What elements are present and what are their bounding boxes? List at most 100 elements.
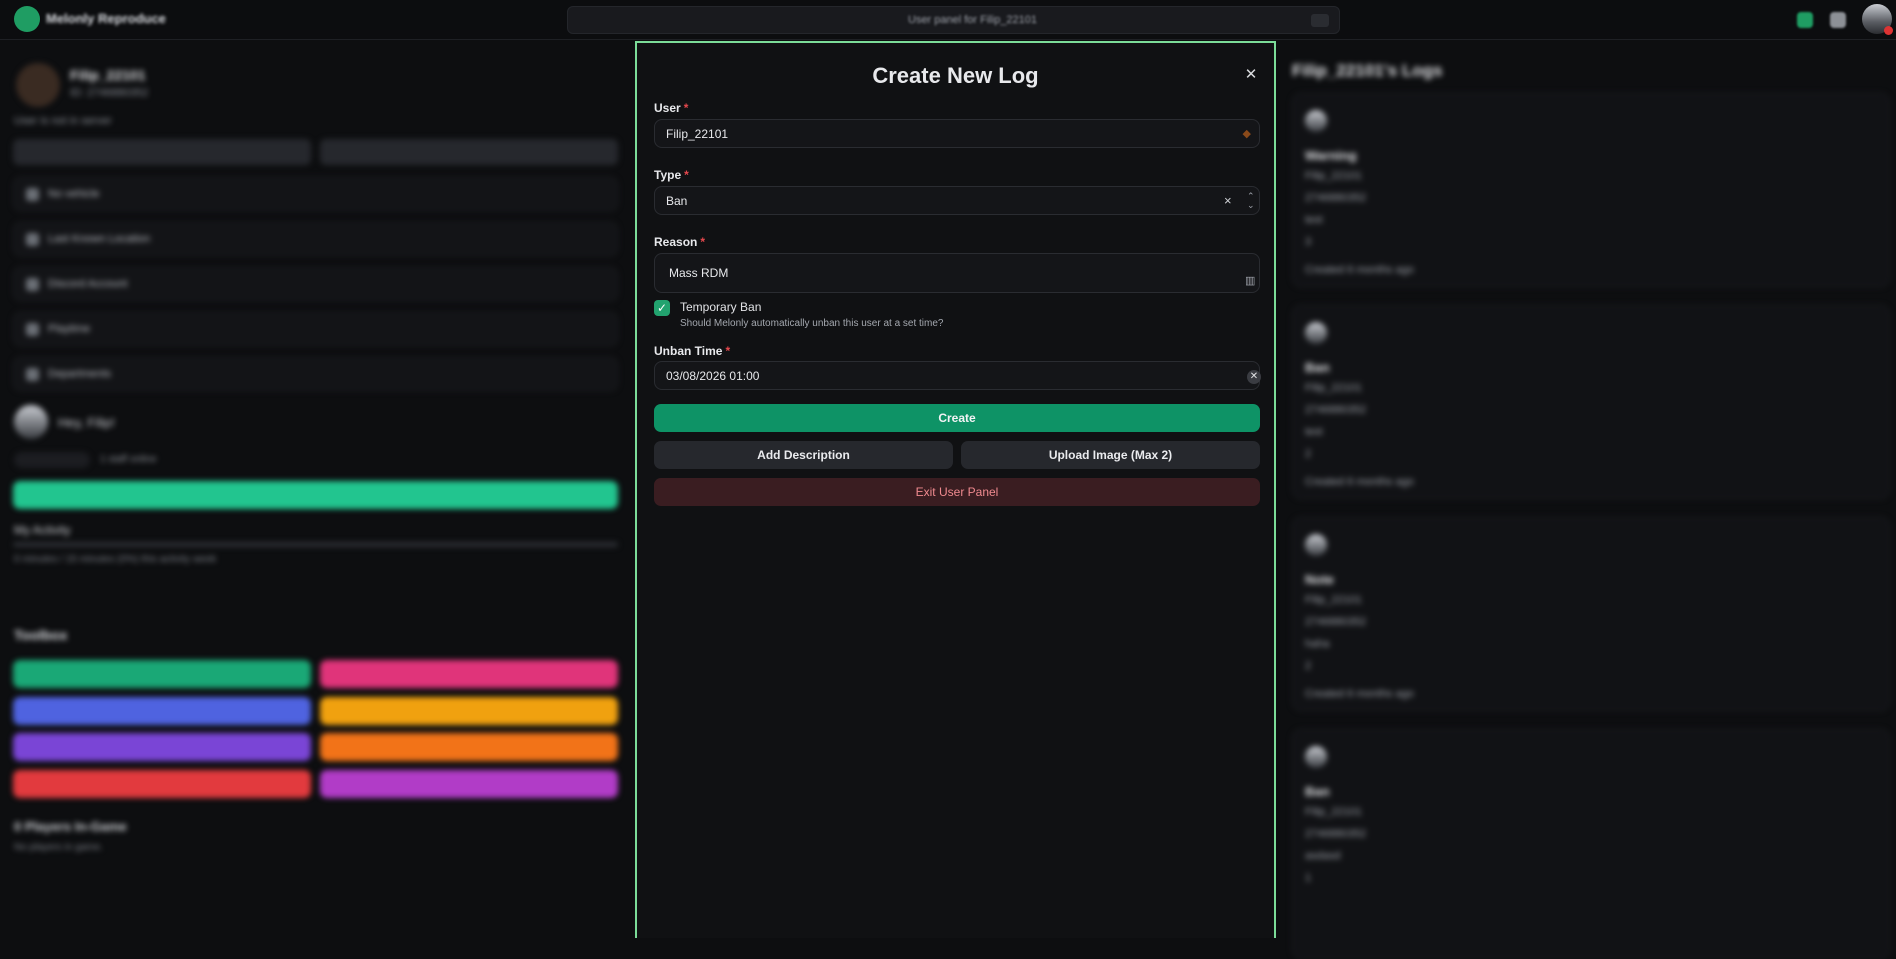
- close-icon[interactable]: ✕: [1243, 67, 1259, 83]
- info-row-departments[interactable]: Departments: [13, 357, 618, 391]
- staff-online: 1 staff online: [100, 454, 157, 465]
- activity-subtext: 0 minutes / 15 minutes (0%) this activit…: [14, 554, 217, 565]
- staff-guidelines-button[interactable]: [13, 733, 311, 761]
- reason-label-text: Reason: [654, 235, 698, 249]
- log-created: Created 6 months ago: [1305, 688, 1414, 700]
- info-row-discord[interactable]: Discord Account: [13, 267, 618, 301]
- log-card[interactable]: Ban Filip_22101 2746880352 asdasd 1: [1292, 729, 1890, 959]
- app-name[interactable]: Melonly Reproduce: [46, 11, 166, 26]
- create-button[interactable]: Create: [654, 404, 1260, 432]
- users-icon: [26, 368, 39, 381]
- cloud-icon[interactable]: [1797, 12, 1813, 28]
- log-card[interactable]: Warning Filip_22101 2746880352 test 3 Cr…: [1292, 93, 1890, 287]
- request-staff-button[interactable]: [320, 697, 618, 725]
- chevron-updown-icon[interactable]: ⌃ ⌄: [1247, 192, 1255, 210]
- server-badge: [14, 452, 90, 468]
- unban-time-value: 03/08/2026 01:00: [666, 369, 760, 383]
- greeting: Hey, Filip!: [58, 415, 115, 430]
- user-avatar-icon: ◆: [1242, 128, 1251, 140]
- user-field[interactable]: Filip_22101 ◆: [654, 119, 1260, 148]
- bolters-button[interactable]: [13, 697, 311, 725]
- moderator-avatar: [1305, 110, 1327, 132]
- bell-icon[interactable]: [1830, 12, 1846, 28]
- create-log-modal: Create New Log ✕ User * Filip_22101 ◆ Typ…: [635, 41, 1276, 938]
- required-asterisk: *: [684, 168, 689, 182]
- start-shift-button[interactable]: [13, 481, 618, 509]
- log-card[interactable]: Note Filip_22101 2746880352 haha 2 Creat…: [1292, 517, 1890, 711]
- log-card[interactable]: Ban Filip_22101 2746880352 test 2 Create…: [1292, 305, 1890, 499]
- profile-avatar: [16, 63, 60, 107]
- reason-input[interactable]: Mass RDM ▥: [654, 253, 1260, 293]
- log-type: Ban: [1305, 784, 1330, 799]
- log-type: Warning: [1305, 148, 1357, 163]
- log-player-id: 2746880352: [1305, 404, 1367, 416]
- log-player-id: 2746880352: [1305, 828, 1367, 840]
- type-label-text: Type: [654, 168, 682, 182]
- user-avatar[interactable]: [1862, 4, 1893, 35]
- log-created: Created 6 months ago: [1305, 476, 1414, 488]
- temporary-ban-checkbox[interactable]: ✓: [654, 300, 670, 316]
- activity-progress: [13, 542, 618, 547]
- temporary-ban-description: Should Melonly automatically unban this …: [680, 318, 944, 329]
- moderator-avatar: [1305, 746, 1327, 768]
- log-reason: haha: [1305, 638, 1330, 650]
- add-description-button[interactable]: Add Description: [654, 441, 953, 469]
- toolbox-title: Toolbox: [14, 627, 68, 643]
- clock-icon: [26, 323, 39, 336]
- log-player-id: 2746880352: [1305, 192, 1367, 204]
- clear-date-icon[interactable]: ✕: [1247, 370, 1261, 384]
- log-type: Note: [1305, 572, 1334, 587]
- info-row-label: Last Known Location: [48, 233, 151, 245]
- run-command-button[interactable]: [320, 660, 618, 688]
- app-logo[interactable]: [14, 6, 40, 32]
- info-row-label: Departments: [48, 368, 111, 380]
- log-user: Filip_22101: [1305, 382, 1362, 394]
- staff-avatar: [14, 405, 48, 439]
- log-user: Filip_22101: [1305, 170, 1362, 182]
- type-select-value: Ban: [666, 194, 688, 208]
- search-bar[interactable]: User panel for Filip_22101: [567, 6, 1340, 34]
- profile-action-button[interactable]: [320, 139, 618, 165]
- log-punishments: 2: [1305, 660, 1312, 672]
- log-user: Filip_22101: [1305, 806, 1362, 818]
- unban-time-label-text: Unban Time: [654, 344, 723, 358]
- priority-requests-button[interactable]: [13, 770, 311, 798]
- manage-loa-button[interactable]: [13, 660, 311, 688]
- moderator-avatar: [1305, 322, 1327, 344]
- required-asterisk: *: [683, 101, 689, 115]
- logs-panel: Filip_22101's Logs Warning Filip_22101 2…: [1285, 41, 1896, 959]
- info-row-location[interactable]: Last Known Location: [13, 222, 618, 256]
- logs-title: Filip_22101's Logs: [1292, 61, 1443, 80]
- resources-button[interactable]: [320, 770, 618, 798]
- clear-icon[interactable]: ×: [1224, 193, 1232, 208]
- reason-label: Reason *: [654, 235, 705, 249]
- log-reason: test: [1305, 214, 1323, 226]
- shortcut-key-icon: [1311, 14, 1329, 27]
- info-row-label: Discord Account: [48, 278, 128, 290]
- log-created: Created 6 months ago: [1305, 264, 1414, 276]
- car-icon: [26, 188, 39, 201]
- info-row-vehicle[interactable]: No vehicle: [13, 177, 618, 211]
- upload-image-button[interactable]: Upload Image (Max 2): [961, 441, 1260, 469]
- type-select[interactable]: Ban × ⌃ ⌄: [654, 186, 1260, 215]
- user-label: User *: [654, 101, 688, 115]
- exit-user-panel-button[interactable]: Exit User Panel: [654, 478, 1260, 506]
- location-icon: [26, 233, 39, 246]
- players-title: 0 Players In-Game: [14, 819, 127, 834]
- activity-title: My Activity: [14, 523, 71, 537]
- profile-username: Filip_22101: [70, 67, 146, 83]
- log-punishments: 3: [1305, 236, 1312, 248]
- search-placeholder: User panel for Filip_22101: [908, 14, 1038, 26]
- unban-time-input[interactable]: 03/08/2026 01:00 ✕: [654, 361, 1261, 390]
- manage-session-button[interactable]: [320, 733, 618, 761]
- profile-action-button[interactable]: [13, 139, 311, 165]
- log-reason: test: [1305, 426, 1323, 438]
- required-asterisk: *: [725, 344, 731, 358]
- modal-title: Create New Log: [872, 63, 1039, 88]
- book-icon[interactable]: ▥: [1245, 274, 1255, 287]
- info-row-playtime[interactable]: Playtime: [13, 312, 618, 346]
- discord-icon: [26, 278, 39, 291]
- top-bar: Melonly Reproduce User panel for Filip_2…: [0, 0, 1896, 40]
- temporary-ban-label: Temporary Ban: [680, 300, 762, 314]
- log-player-id: 2746880352: [1305, 616, 1367, 628]
